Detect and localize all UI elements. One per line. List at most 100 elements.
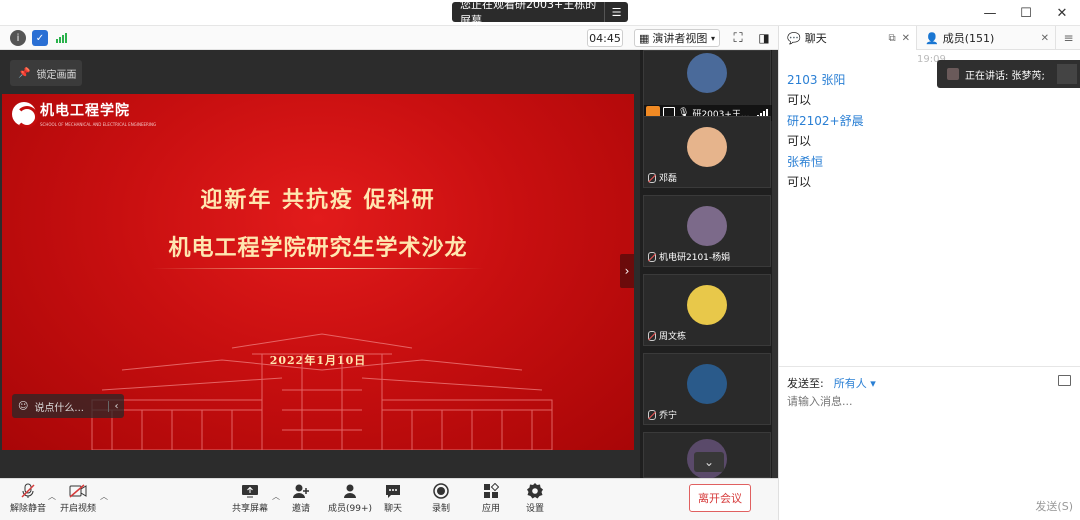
image-icon[interactable] xyxy=(1058,375,1071,386)
record-icon xyxy=(432,483,450,499)
quick-chat-placeholder: 说点什么... xyxy=(34,402,84,414)
recipient-dropdown[interactable]: 所有人 ▾ xyxy=(834,375,876,391)
tab-chat-label: 聊天 xyxy=(804,32,827,45)
maximize-icon[interactable]: ☐ xyxy=(1008,0,1044,26)
send-to-selector: 发送至: 所有人 ▾ xyxy=(787,375,876,391)
muted-mic-icon xyxy=(648,409,656,420)
members-label: 成员(99+) xyxy=(328,504,373,514)
close-icon[interactable]: ✕ xyxy=(1041,33,1049,44)
close-icon[interactable]: ✕ xyxy=(1044,0,1080,26)
college-name: 机电工程学院 xyxy=(40,103,130,119)
message-text: 可以 xyxy=(787,175,812,189)
chat-label: 聊天 xyxy=(384,504,403,514)
title-bar: 您正在观看研2003+王栋的屏幕 ☰ — ☐ ✕ xyxy=(0,0,1080,27)
network-signal-icon[interactable] xyxy=(54,30,70,46)
participant-tile[interactable]: 机电研2101-杨娟 xyxy=(643,195,771,267)
chat-message-input[interactable] xyxy=(787,395,1067,408)
panel-tabs: 💬 聊天 ⧉ ✕ 👤 成员(151) ✕ ≡ xyxy=(779,26,1080,50)
slide-subtitle: 机电工程学院研究生学术沙龙 xyxy=(168,235,468,261)
popout-icon[interactable]: ⧉ xyxy=(888,33,895,44)
fullscreen-icon[interactable]: ⛶ xyxy=(730,30,746,46)
college-logo: 机电工程学院 SCHOOL OF MECHANICAL AND ELECTRIC… xyxy=(12,100,157,128)
avatar xyxy=(687,127,727,167)
members-icon xyxy=(341,483,359,499)
message-text: 可以 xyxy=(787,134,812,148)
slide-headline: 迎新年 共抗疫 促科研 xyxy=(200,187,436,213)
avatar xyxy=(687,364,727,404)
participant-tile[interactable]: 周文栋 xyxy=(643,274,771,346)
message-sender[interactable]: 张希恒 xyxy=(787,152,927,172)
chat-icon xyxy=(384,483,402,499)
panel-menu-icon[interactable]: ≡ xyxy=(1055,26,1080,50)
meeting-controls: 解除静音 ︿ 开启视频 ︿ 共享屏幕 ︿ 邀请 成员(99+) 聊天 录制 应用… xyxy=(0,478,778,520)
participant-tile[interactable]: 乔宁 xyxy=(643,353,771,425)
quick-chat-input[interactable]: ☺ 说点什么... ‹ xyxy=(12,394,124,418)
message-sender[interactable]: 研2102+舒晨 xyxy=(787,111,927,131)
tab-chat[interactable]: 💬 聊天 ⧉ ✕ xyxy=(779,26,917,50)
leave-meeting-button[interactable]: 离开会议 xyxy=(689,484,751,512)
apps-grid-icon xyxy=(482,483,500,499)
members-button[interactable]: 成员(99+) xyxy=(328,483,372,514)
muted-mic-icon xyxy=(648,330,656,341)
collapse-strip-handle[interactable]: › xyxy=(620,254,634,288)
scroll-down-button[interactable]: ⌄ xyxy=(694,452,724,472)
apps-button[interactable]: 应用 xyxy=(482,483,500,514)
share-screen-button[interactable]: 共享屏幕 xyxy=(232,483,268,514)
start-video-button[interactable]: 开启视频 xyxy=(60,483,96,514)
avatar xyxy=(687,206,727,246)
invite-button[interactable]: 邀请 xyxy=(292,483,310,514)
participant-label: 乔宁 xyxy=(648,408,677,421)
chat-message: 张希恒 可以 xyxy=(787,152,927,193)
participant-tile[interactable]: 邓磊 xyxy=(643,116,771,188)
settings-label: 设置 xyxy=(526,504,545,514)
add-user-icon xyxy=(292,483,310,499)
send-button[interactable]: 发送(S) xyxy=(1035,498,1073,514)
sidebar-toggle-icon[interactable]: ◨ xyxy=(756,30,772,46)
tab-members[interactable]: 👤 成员(151) ✕ xyxy=(917,26,1055,50)
minimize-icon[interactable]: — xyxy=(972,0,1008,26)
screen-share-indicator: 您正在观看研2003+王栋的屏幕 ☰ xyxy=(452,0,628,27)
chat-compose-area: 发送至: 所有人 ▾ 发送(S) xyxy=(779,366,1080,520)
view-mode-label: 演讲者视图 xyxy=(652,32,708,45)
chevron-down-icon: ▾ xyxy=(710,33,715,43)
share-options-caret-icon[interactable]: ︿ xyxy=(272,491,280,502)
participant-label: 邓磊 xyxy=(648,171,677,184)
settings-button[interactable]: 设置 xyxy=(526,483,544,514)
avatar xyxy=(687,53,727,93)
video-off-icon xyxy=(69,483,87,499)
close-icon[interactable]: ✕ xyxy=(902,33,910,44)
members-icon: 👤 xyxy=(925,31,939,45)
chat-message: 2103 张阳 可以 xyxy=(787,70,927,111)
recipient-value: 所有人 xyxy=(833,377,867,390)
shared-screen-stage: 📌 锁定画面 机电工程学院 SCHOOL OF MECHANICAL AND E… xyxy=(0,50,640,478)
participant-name: 邓磊 xyxy=(659,174,678,184)
participant-strip: 🎙 研2003+王... 邓磊 机电研2101-杨娟 周文栋 乔宁 ⌄ xyxy=(640,50,778,479)
tab-members-label: 成员(151) xyxy=(942,32,995,45)
grid-icon: ▦ xyxy=(639,31,650,45)
participant-name: 周文栋 xyxy=(659,332,687,342)
share-screen-label: 共享屏幕 xyxy=(232,504,269,514)
active-speaker-banner: 正在讲话: 张梦芮; xyxy=(937,60,1080,88)
college-english-name: SCHOOL OF MECHANICAL AND ELECTRICAL ENGI… xyxy=(40,122,157,127)
record-button[interactable]: 录制 xyxy=(432,483,450,514)
unmute-button[interactable]: 解除静音 xyxy=(10,483,46,514)
security-shield-icon[interactable]: ✓ xyxy=(32,30,48,46)
unmute-label: 解除静音 xyxy=(10,504,47,514)
gear-icon xyxy=(526,483,544,499)
muted-microphone-icon xyxy=(19,483,37,499)
lock-view-button[interactable]: 📌 锁定画面 xyxy=(10,60,82,86)
audio-options-caret-icon[interactable]: ︿ xyxy=(48,491,56,502)
participant-label: 机电研2101-杨娟 xyxy=(648,250,730,263)
participant-label: 周文栋 xyxy=(648,329,686,342)
video-options-caret-icon[interactable]: ︿ xyxy=(100,491,108,502)
chat-message-list: 2103 张阳 可以 研2102+舒晨 可以 张希恒 可以 xyxy=(787,70,927,193)
chat-button[interactable]: 聊天 xyxy=(384,483,402,514)
participant-tile[interactable]: 🎙 研2003+王... xyxy=(643,50,772,122)
emoji-icon[interactable]: ☺ xyxy=(18,401,28,412)
message-text: 可以 xyxy=(787,93,812,107)
message-sender[interactable]: 2103 张阳 xyxy=(787,70,927,90)
view-mode-dropdown[interactable]: ▦ 演讲者视图 ▾ xyxy=(634,29,720,47)
share-menu-icon[interactable]: ☰ xyxy=(604,2,628,22)
info-icon[interactable]: i xyxy=(10,30,26,46)
chevron-left-icon[interactable]: ‹ xyxy=(108,400,124,412)
